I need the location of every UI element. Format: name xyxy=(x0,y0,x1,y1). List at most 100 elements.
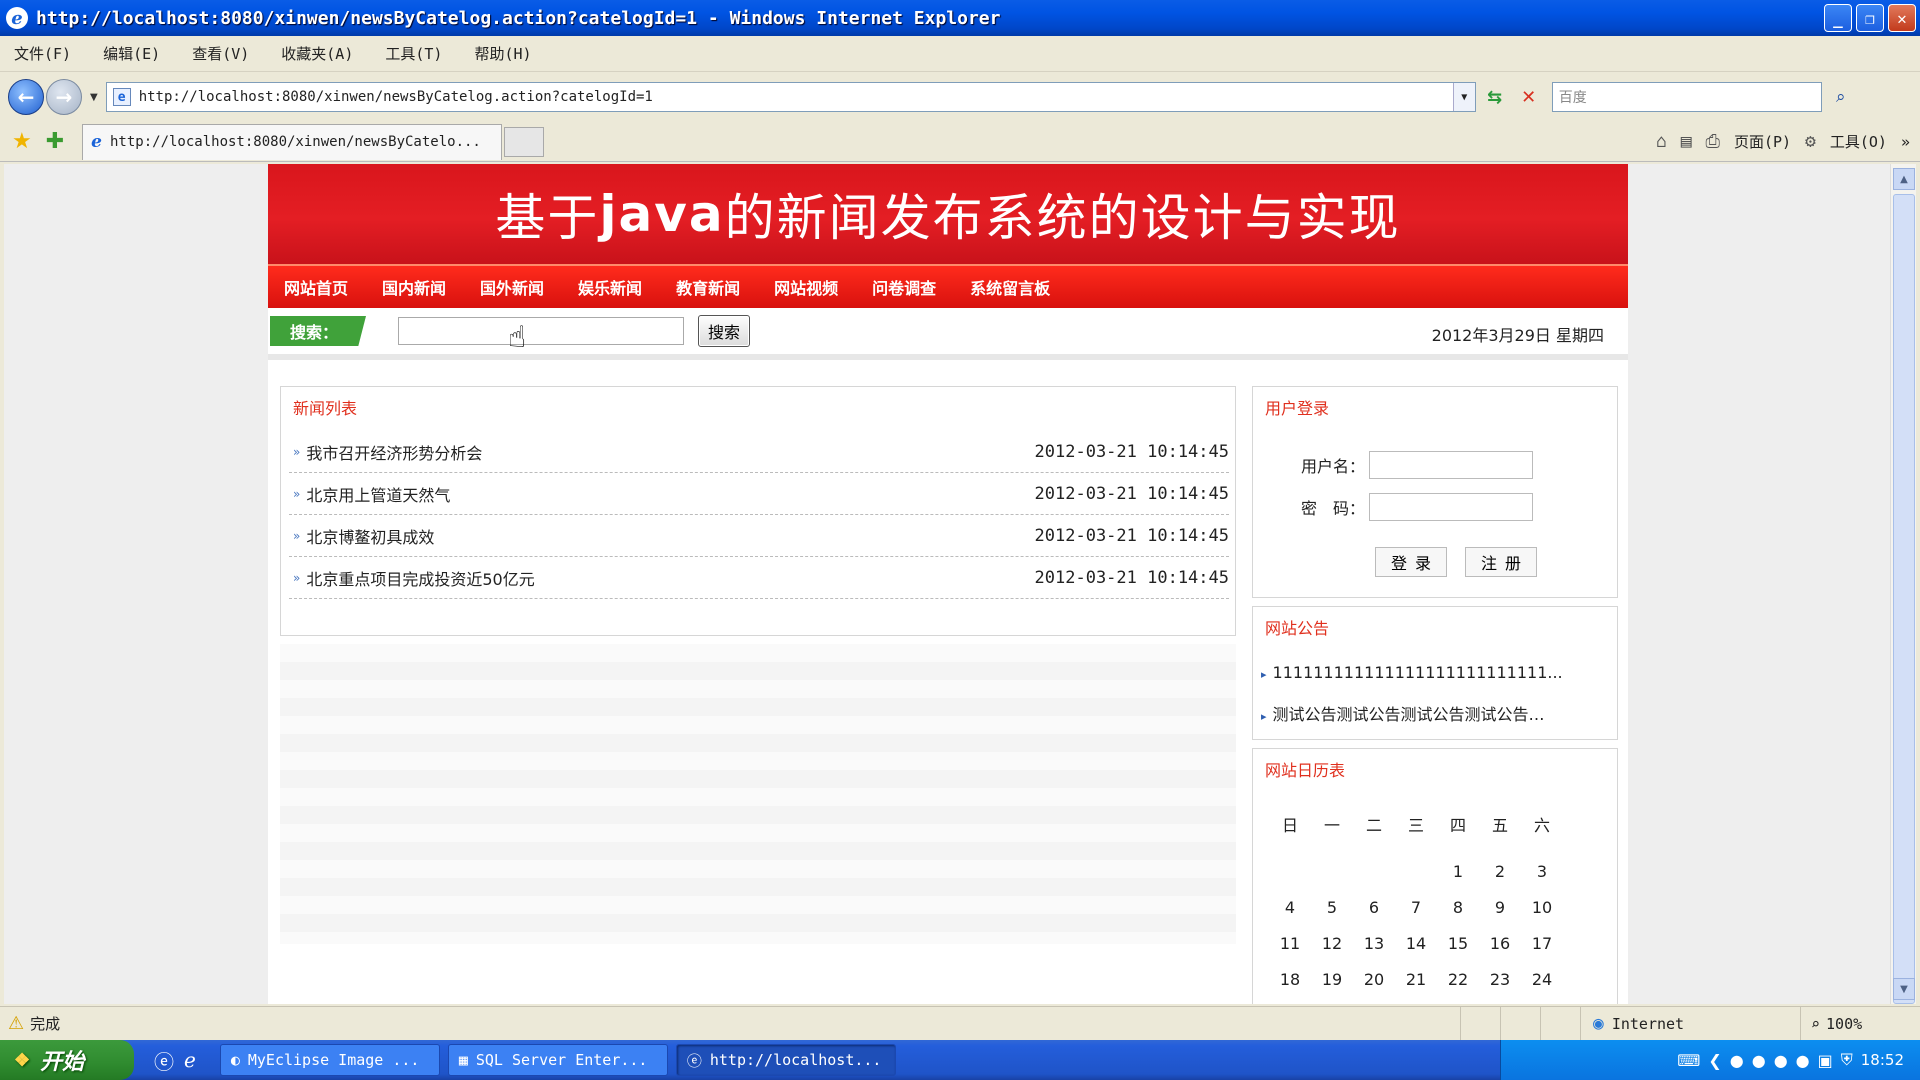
menu-edit[interactable]: 编辑(E) xyxy=(99,41,164,66)
calendar-day[interactable]: 5 xyxy=(1311,889,1353,925)
menu-tools[interactable]: 工具(T) xyxy=(381,41,446,66)
ie-quicklaunch-icon[interactable]: ⓔ xyxy=(154,1046,174,1075)
username-input[interactable] xyxy=(1369,451,1534,479)
notice-item[interactable]: ▸ 测试公告测试公告测试公告测试公告… xyxy=(1261,701,1591,725)
calendar-day[interactable]: 23 xyxy=(1479,961,1521,997)
news-title[interactable]: 我市召开经济形势分析会 xyxy=(306,440,1034,464)
calendar-day[interactable]: 20 xyxy=(1353,961,1395,997)
print-icon[interactable]: ⎙ xyxy=(1706,131,1720,152)
calendar-day[interactable]: 11 xyxy=(1269,925,1311,961)
calendar-day[interactable]: 7 xyxy=(1395,889,1437,925)
page-menu[interactable]: 页面(P) xyxy=(1734,131,1791,152)
nav-survey[interactable]: 问卷调查 xyxy=(872,275,936,299)
calendar-day[interactable]: 6 xyxy=(1353,889,1395,925)
qq-icon[interactable]: ● xyxy=(1752,1051,1766,1070)
vertical-scrollbar[interactable]: ▲ ▼ xyxy=(1890,164,1916,1004)
calendar-day[interactable]: 12 xyxy=(1311,925,1353,961)
calendar-day[interactable]: 17 xyxy=(1521,925,1563,961)
calendar-day[interactable]: 14 xyxy=(1395,925,1437,961)
register-button[interactable]: 注册 xyxy=(1465,547,1537,577)
menu-favorites[interactable]: 收藏夹(A) xyxy=(277,41,357,66)
refresh-icon[interactable]: ⇆ xyxy=(1480,82,1510,112)
task-ie[interactable]: ⓔ http://localhost... xyxy=(675,1044,896,1076)
zoom-level[interactable]: 100% xyxy=(1826,1015,1862,1033)
calendar-day[interactable]: 15 xyxy=(1437,925,1479,961)
notice-item[interactable]: ▸ 111111111111111111111111111... xyxy=(1261,663,1591,682)
calendar-day[interactable]: 22 xyxy=(1437,961,1479,997)
qq-icon[interactable]: ● xyxy=(1774,1051,1788,1070)
new-tab-button[interactable] xyxy=(504,126,545,157)
stop-icon[interactable]: ✕ xyxy=(1514,82,1544,112)
scroll-thumb[interactable] xyxy=(1893,194,1915,1004)
feeds-icon[interactable]: ▤ xyxy=(1681,131,1692,152)
nav-guestbook[interactable]: 系统留言板 xyxy=(970,275,1050,299)
calendar-day[interactable]: 1 xyxy=(1437,853,1479,889)
calendar-day[interactable]: 18 xyxy=(1269,961,1311,997)
news-item[interactable]: » 我市召开经济形势分析会 2012-03-21 10:14:45 xyxy=(289,431,1229,473)
nav-video[interactable]: 网站视频 xyxy=(774,275,838,299)
task-myeclipse[interactable]: ◐ MyEclipse Image ... xyxy=(219,1044,440,1076)
news-title[interactable]: 北京用上管道天然气 xyxy=(306,482,1034,506)
minimize-button[interactable]: _ xyxy=(1824,4,1852,32)
calendar-day[interactable]: 24 xyxy=(1521,961,1563,997)
address-input[interactable]: http://localhost:8080/xinwen/newsByCatel… xyxy=(139,89,1453,105)
news-item[interactable]: » 北京用上管道天然气 2012-03-21 10:14:45 xyxy=(289,473,1229,515)
password-input[interactable] xyxy=(1369,493,1534,521)
nav-international[interactable]: 国外新闻 xyxy=(480,275,544,299)
calendar-day[interactable]: 16 xyxy=(1479,925,1521,961)
calendar-day[interactable]: 3 xyxy=(1521,853,1563,889)
favorites-star-icon[interactable]: ★ xyxy=(12,129,32,154)
search-icon[interactable]: ⌕ xyxy=(1826,82,1856,112)
notice-text[interactable]: 测试公告测试公告测试公告测试公告… xyxy=(1273,705,1545,724)
task-sqlserver[interactable]: ▦ SQL Server Enter... xyxy=(447,1044,668,1076)
scroll-down-icon[interactable]: ▼ xyxy=(1893,978,1915,1000)
shield-icon[interactable]: ⛨ xyxy=(1841,1050,1853,1070)
nav-domestic[interactable]: 国内新闻 xyxy=(382,275,446,299)
calendar-day[interactable]: 2 xyxy=(1479,853,1521,889)
nav-education[interactable]: 教育新闻 xyxy=(676,275,740,299)
scroll-up-icon[interactable]: ▲ xyxy=(1893,168,1915,190)
login-button[interactable]: 登录 xyxy=(1375,547,1447,577)
gear-icon[interactable]: ⚙ xyxy=(1805,131,1816,152)
calendar-day[interactable]: 19 xyxy=(1311,961,1353,997)
tab-current[interactable]: e http://localhost:8080/xinwen/newsByCat… xyxy=(82,123,503,160)
news-title[interactable]: 北京重点项目完成投资近50亿元 xyxy=(306,566,1034,590)
forward-button[interactable]: → xyxy=(46,79,82,115)
tools-menu[interactable]: 工具(O) xyxy=(1830,131,1887,152)
calendar-day[interactable]: 8 xyxy=(1437,889,1479,925)
baidu-search-input[interactable]: 百度 xyxy=(1551,82,1822,112)
calendar-day[interactable]: 13 xyxy=(1353,925,1395,961)
calendar-day[interactable]: 21 xyxy=(1395,961,1437,997)
calendar-day[interactable]: 4 xyxy=(1269,889,1311,925)
qq-icon[interactable]: ● xyxy=(1730,1051,1744,1070)
back-button[interactable]: ← xyxy=(8,79,44,115)
site-search-button[interactable]: 搜索 xyxy=(698,315,750,347)
nav-home[interactable]: 网站首页 xyxy=(284,275,348,299)
home-icon[interactable]: ⌂ xyxy=(1656,131,1667,152)
zoom-control[interactable]: ⌕ 100% xyxy=(1800,1007,1920,1040)
menu-help[interactable]: 帮助(H) xyxy=(470,41,535,66)
address-bar[interactable]: e http://localhost:8080/xinwen/newsByCat… xyxy=(105,82,1476,112)
calendar-day[interactable]: 9 xyxy=(1479,889,1521,925)
keyboard-icon[interactable]: ⌨ xyxy=(1677,1051,1700,1070)
calendar-day[interactable]: 10 xyxy=(1521,889,1563,925)
qq-icon[interactable]: ● xyxy=(1796,1051,1810,1070)
news-title[interactable]: 北京博鳌初具成效 xyxy=(306,524,1034,548)
start-button[interactable]: ❖ 开始 xyxy=(0,1040,134,1080)
network-icon[interactable]: ▣ xyxy=(1818,1051,1833,1070)
menu-file[interactable]: 文件(F) xyxy=(10,41,75,66)
address-dropdown-icon[interactable]: ▼ xyxy=(1452,83,1475,111)
notice-text[interactable]: 111111111111111111111111111... xyxy=(1273,663,1563,682)
ie-quicklaunch-icon-2[interactable]: ℯ xyxy=(184,1048,196,1072)
add-favorite-icon[interactable]: ✚ xyxy=(46,129,64,154)
chevron-left-icon[interactable]: ❮ xyxy=(1708,1051,1721,1070)
menu-view[interactable]: 查看(V) xyxy=(188,41,253,66)
chevron-right-icon[interactable]: » xyxy=(1901,133,1910,151)
news-item[interactable]: » 北京重点项目完成投资近50亿元 2012-03-21 10:14:45 xyxy=(289,557,1229,599)
history-dropdown-icon[interactable]: ▼ xyxy=(90,92,98,103)
restore-button[interactable]: ❐ xyxy=(1856,4,1884,32)
site-search-input[interactable] xyxy=(398,317,684,345)
close-button[interactable]: ✕ xyxy=(1888,4,1916,32)
nav-entertainment[interactable]: 娱乐新闻 xyxy=(578,275,642,299)
news-item[interactable]: » 北京博鳌初具成效 2012-03-21 10:14:45 xyxy=(289,515,1229,557)
